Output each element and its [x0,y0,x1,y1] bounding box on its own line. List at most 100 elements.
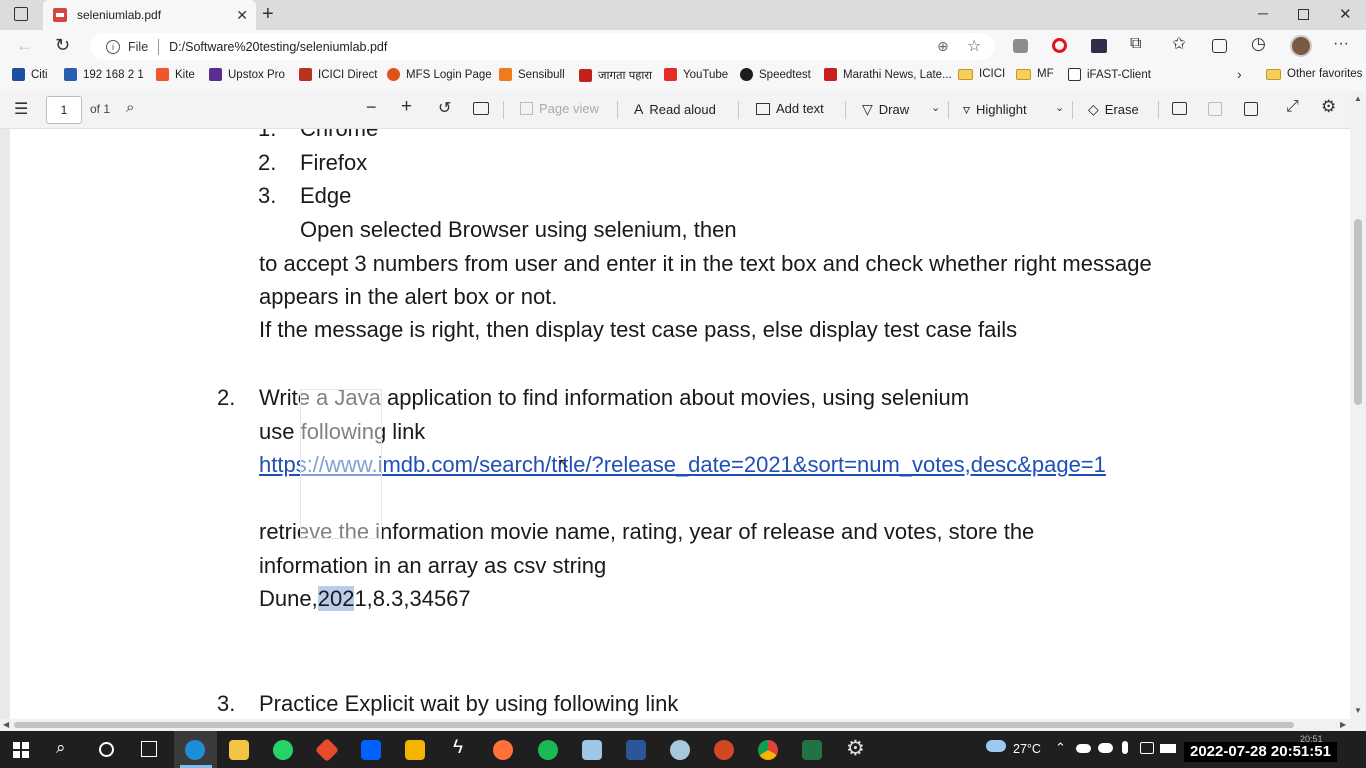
excel-icon[interactable] [802,740,822,760]
extension-icon-1[interactable] [1013,39,1028,53]
search-icon[interactable]: ⌕ [56,738,66,758]
fav-icici-direct[interactable]: ICICI Direct [299,68,377,81]
highlight-chevron-down-icon[interactable]: ⌄ [1055,101,1064,114]
save-as-icon[interactable] [1244,102,1258,116]
read-aloud-button[interactable]: A Read aloud [634,101,716,117]
erase-label: Erase [1104,102,1139,117]
erase-button[interactable]: ◇ Erase [1088,101,1139,118]
fav-router[interactable]: 192 168 2 1 [64,68,144,81]
task-view-icon[interactable] [141,741,157,757]
scroll-left-icon[interactable]: ◀ [3,720,9,729]
zoom-out-icon[interactable]: − [366,97,377,118]
battery-icon[interactable] [1160,744,1176,753]
fav-label: Upstox Pro [228,68,285,81]
whatsapp-icon[interactable] [273,740,293,760]
rotate-icon[interactable]: ↺ [438,98,451,118]
horizontal-scrollbar[interactable]: ◀ ▶ [0,719,1366,731]
close-window-icon[interactable]: ✕ [1339,5,1352,23]
datetime-overlay[interactable]: 2022-07-28 20:51:51 [1184,742,1337,762]
fit-page-icon[interactable] [473,102,489,115]
cortana-icon[interactable] [99,742,114,757]
fav-folder-mf[interactable]: MF [1016,68,1054,80]
fav-speedtest[interactable]: Speedtest [740,68,811,81]
dropbox-icon[interactable] [361,740,381,760]
back-icon[interactable]: ← [16,36,33,56]
draw-button[interactable]: ▽ Draw [862,101,909,118]
extension-icon-3[interactable] [1091,39,1107,53]
settings-gear-icon[interactable]: ⚙ [846,736,865,761]
onedrive-icon[interactable] [1076,744,1091,753]
favorite-star-icon[interactable]: ☆ [967,36,981,56]
chrome-icon[interactable] [758,740,778,760]
page-number-input[interactable]: 1 [46,96,82,124]
fav-citi[interactable]: Citi [12,68,48,81]
highlight-button[interactable]: ▿ Highlight [963,101,1027,118]
pdf-file-icon [53,8,67,22]
add-text-button[interactable]: Add text [756,101,824,116]
print-icon[interactable] [1172,102,1187,115]
fav-marathi-news[interactable]: Marathi News, Late... [824,68,952,81]
page-view-button[interactable]: Page view [520,101,599,116]
spotify-icon[interactable] [538,740,558,760]
fav-other-favorites[interactable]: Other favorites [1266,68,1362,80]
fullscreen-icon[interactable]: ⤢ [1286,98,1299,116]
edge-browser-icon[interactable] [185,740,205,760]
cloud-icon[interactable] [1098,743,1113,753]
zoom-in-icon[interactable]: + [401,96,412,118]
fav-jagta-pahara[interactable]: जागता पहारा [579,68,652,83]
collections-icon[interactable] [1212,39,1227,53]
extensions-puzzle-icon[interactable]: ⧉ [1130,35,1141,53]
tab-close-icon[interactable]: ✕ [236,7,248,24]
zoom-icon[interactable]: ⊕ [937,38,949,55]
fav-sensibull[interactable]: Sensibull [499,68,565,81]
powerpoint-icon[interactable] [714,740,734,760]
fav-mfs[interactable]: MFS Login Page [387,68,492,81]
fav-kite[interactable]: Kite [156,68,195,81]
temperature[interactable]: 27°C [1013,742,1041,756]
fav-label: Sensibull [518,68,565,81]
imdb-link[interactable]: https://www.imdb.com/search/title/?relea… [259,452,1106,478]
draw-chevron-down-icon[interactable]: ⌄ [931,101,940,114]
microphone-icon[interactable] [1122,741,1128,754]
vertical-scroll-thumb[interactable] [1354,219,1362,405]
pdf-settings-gear-icon[interactable]: ⚙ [1321,97,1336,117]
horizontal-scroll-thumb[interactable] [14,722,1294,728]
search-icon[interactable]: ⌕ [126,99,134,116]
windows-start-icon[interactable] [13,742,29,758]
url-text[interactable]: D:/Software%20testing/seleniumlab.pdf [169,40,387,54]
scroll-up-icon[interactable]: ▲ [1354,94,1362,103]
favorites-icon[interactable]: ✩ [1172,34,1186,54]
file-explorer-icon[interactable] [229,740,249,760]
app-red-icon[interactable] [314,737,340,763]
firefox-icon[interactable] [493,740,513,760]
notepad-icon[interactable] [582,740,602,760]
opera-extension-icon[interactable] [1052,38,1067,53]
minimize-icon[interactable]: ─ [1258,5,1268,21]
scroll-right-icon[interactable]: ▶ [1340,720,1346,729]
contents-list-icon[interactable]: ☰ [14,99,28,119]
scroll-down-icon[interactable]: ▼ [1354,706,1362,715]
chevron-right-icon[interactable]: › [1237,66,1242,82]
tray-chevron-up-icon[interactable]: ⌃ [1055,740,1066,756]
save-icon[interactable] [1208,102,1222,116]
history-icon[interactable]: ◷ [1251,34,1266,54]
maximize-icon[interactable] [1298,9,1309,20]
fav-youtube[interactable]: YouTube [664,68,728,81]
fav-ifast[interactable]: iFAST-Client [1068,68,1151,81]
new-tab-icon[interactable]: + [262,3,274,26]
settings-more-icon[interactable]: ··· [1333,35,1349,53]
word-icon[interactable] [626,740,646,760]
fav-folder-icici[interactable]: ICICI [958,68,1005,80]
fav-upstox[interactable]: Upstox Pro [209,68,285,81]
browser-tab[interactable]: seleniumlab.pdf ✕ [43,0,256,30]
info-icon[interactable]: i [106,39,120,54]
winamp-icon[interactable]: ϟ [453,737,463,759]
address-bar[interactable]: i File D:/Software%20testing/seleniumlab… [90,33,995,60]
microsoft-store-icon[interactable] [405,740,425,760]
profile-avatar[interactable] [1290,35,1312,57]
tab-actions-icon[interactable] [14,7,28,21]
network-icon[interactable] [1140,742,1154,754]
refresh-icon[interactable]: ↻ [55,35,70,56]
paint-icon[interactable] [670,740,690,760]
vertical-scrollbar[interactable]: ▲ ▼ [1350,91,1366,720]
